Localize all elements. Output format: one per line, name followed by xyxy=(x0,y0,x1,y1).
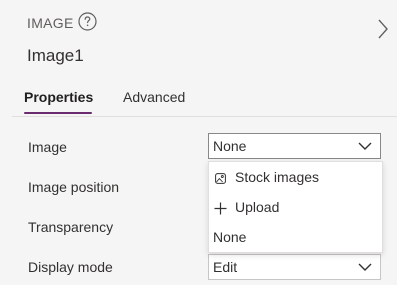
control-type-label: IMAGE xyxy=(27,15,74,31)
display-mode-value: Edit xyxy=(213,259,238,275)
menu-item-none[interactable]: None xyxy=(209,223,382,253)
image-dropdown[interactable]: None xyxy=(208,133,381,159)
panel-header: IMAGE Image1 xyxy=(0,0,397,78)
control-name: Image1 xyxy=(27,46,84,65)
image-dropdown-menu: Stock images Upload None xyxy=(208,161,383,253)
image-property-label: Image xyxy=(28,139,67,155)
chevron-down-icon xyxy=(358,142,372,150)
tab-bar: Properties Advanced xyxy=(0,86,397,116)
plus-icon xyxy=(214,202,227,215)
tab-divider xyxy=(12,116,397,117)
chevron-right-icon[interactable] xyxy=(374,16,392,42)
image-dropdown-value: None xyxy=(213,138,247,154)
chevron-down-icon xyxy=(358,263,372,271)
menu-item-upload[interactable]: Upload xyxy=(209,193,382,223)
image-icon xyxy=(215,173,226,184)
display-mode-dropdown[interactable]: Edit xyxy=(208,254,381,280)
help-circle-icon[interactable] xyxy=(78,12,97,31)
image-position-label: Image position xyxy=(28,179,120,195)
tab-advanced[interactable]: Advanced xyxy=(123,89,185,105)
menu-item-label: None xyxy=(213,229,247,245)
menu-item-label: Stock images xyxy=(235,169,320,185)
tab-properties[interactable]: Properties xyxy=(24,89,93,105)
menu-item-label: Upload xyxy=(235,199,280,215)
transparency-label: Transparency xyxy=(28,219,114,235)
active-tab-indicator xyxy=(24,112,92,114)
display-mode-label: Display mode xyxy=(28,259,113,275)
menu-item-stock-images[interactable]: Stock images xyxy=(209,163,382,193)
